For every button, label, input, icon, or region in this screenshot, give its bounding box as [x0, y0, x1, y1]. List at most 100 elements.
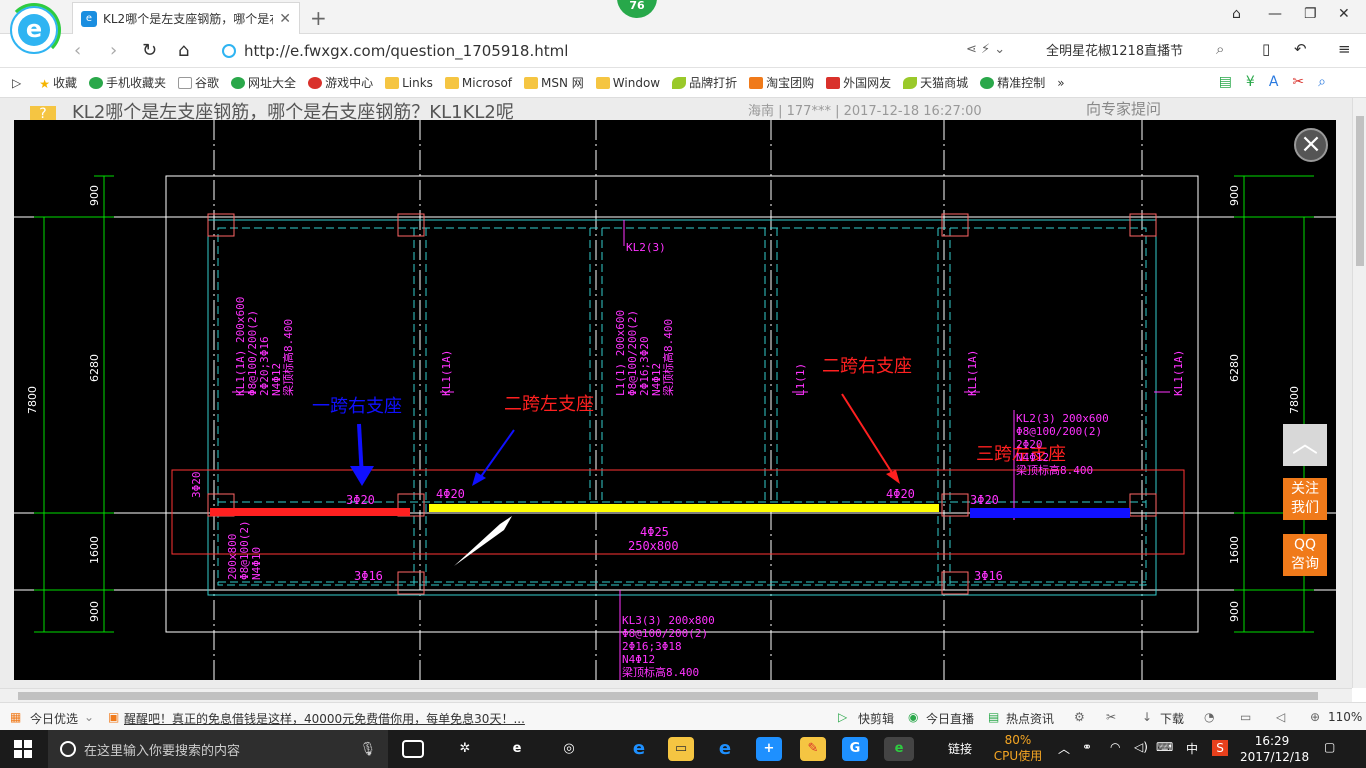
- file-explorer-icon[interactable]: ▭: [668, 737, 694, 761]
- tab-close-icon[interactable]: ✕: [279, 11, 291, 27]
- chevron-up-icon[interactable]: ︿: [1058, 740, 1070, 757]
- back-button[interactable]: ‹: [74, 40, 81, 61]
- window-icon[interactable]: ▭: [1240, 710, 1251, 724]
- accelerate-icon[interactable]: ⚙: [1074, 710, 1085, 724]
- yellow-rebar-bar: [429, 504, 939, 512]
- shirt-icon[interactable]: ⌂: [1232, 6, 1241, 22]
- menu-icon[interactable]: ≡: [1338, 40, 1351, 58]
- search-icon[interactable]: ⌕: [1216, 40, 1224, 58]
- horizontal-scrollbar[interactable]: [0, 688, 1352, 702]
- download-link[interactable]: 下载: [1160, 710, 1184, 727]
- keyboard-icon[interactable]: ⌨: [1156, 740, 1173, 754]
- scissors-icon[interactable]: ✂: [1292, 74, 1304, 90]
- vertical-scrollbar[interactable]: [1352, 98, 1366, 688]
- scroll-thumb[interactable]: [1356, 116, 1364, 266]
- image-lightbox: 一跨右支座 二跨左支座 二跨右支座 三跨左支座 KL2(3) KL1(1A) 2…: [14, 120, 1336, 680]
- bookmark-games[interactable]: 游戏中心: [308, 74, 373, 91]
- tools-icon[interactable]: ✂: [1106, 710, 1116, 724]
- browser-logo[interactable]: e: [7, 3, 61, 57]
- book-icon[interactable]: ▤: [1219, 74, 1232, 90]
- chevron-down-icon[interactable]: ⌄: [84, 710, 94, 724]
- translate-icon[interactable]: A: [1269, 74, 1279, 90]
- site-favicon-icon: e: [81, 10, 97, 27]
- clock-date: 2017/12/18: [1240, 750, 1310, 764]
- wifi-icon[interactable]: ◠: [1110, 740, 1120, 754]
- ime-indicator[interactable]: 中: [1186, 740, 1198, 757]
- sidebar-toggle-icon[interactable]: ▷: [12, 76, 21, 90]
- address-bar[interactable]: http://e.fwxgx.com/question_1705918.html: [222, 38, 1028, 64]
- download-icon[interactable]: ↓: [1142, 710, 1152, 724]
- people-icon[interactable]: ⚭: [1082, 740, 1092, 754]
- system-clock[interactable]: 16:29 2017/12/18: [1240, 733, 1310, 765]
- ask-expert-link[interactable]: 向专家提问: [1086, 98, 1161, 119]
- forward-button[interactable]: ›: [110, 40, 117, 61]
- maximize-button[interactable]: ❐: [1304, 6, 1317, 22]
- bookmark-links[interactable]: Links: [385, 76, 433, 90]
- follow-us-button[interactable]: 关注 我们: [1283, 478, 1327, 520]
- home-button[interactable]: ⌂: [178, 40, 189, 61]
- shield-yen-icon[interactable]: ¥: [1246, 74, 1255, 90]
- hscroll-thumb[interactable]: [18, 692, 1318, 700]
- g-app-icon[interactable]: G: [842, 737, 868, 761]
- bookmarks-bar: ▷ ★ 收藏 手机收藏夹 谷歌 网址大全 游戏中心 Links Microsof …: [0, 68, 1366, 98]
- kuaijian-link[interactable]: 快剪辑: [858, 710, 894, 727]
- promo-link[interactable]: 全明星花椒1218直播节: [1046, 40, 1206, 59]
- windows-start-icon[interactable]: [14, 740, 32, 758]
- minimize-button[interactable]: —: [1268, 6, 1282, 22]
- close-window-button[interactable]: ✕: [1338, 6, 1350, 22]
- refresh-button[interactable]: ↻: [142, 40, 157, 61]
- qq-consult-button[interactable]: QQ 咨询: [1283, 534, 1327, 576]
- swirl-icon[interactable]: ◎: [556, 737, 582, 761]
- bookmark-favorites[interactable]: ★ 收藏: [39, 74, 77, 91]
- sogou-icon[interactable]: S: [1212, 740, 1228, 756]
- zoom-level[interactable]: 110%: [1328, 710, 1362, 724]
- today-picks-link[interactable]: 今日优选: [30, 710, 78, 727]
- ie-icon[interactable]: e: [712, 737, 738, 761]
- notification-badge[interactable]: 76: [617, 0, 657, 18]
- bookmark-hao[interactable]: 网址大全: [231, 74, 296, 91]
- 360-browser-active-icon[interactable]: e: [884, 737, 914, 761]
- bookmark-brand[interactable]: 品牌打折: [672, 74, 737, 91]
- bookmark-windows[interactable]: Window: [595, 76, 660, 90]
- cross-app-icon[interactable]: +: [756, 737, 782, 761]
- dim-left-900-top: 900: [88, 185, 101, 206]
- cortana-icon: [60, 741, 76, 757]
- hot-news-link[interactable]: 热点资讯: [1006, 710, 1054, 727]
- pinwheel-icon[interactable]: ✲: [452, 737, 478, 761]
- bookmark-google[interactable]: 谷歌: [178, 74, 219, 91]
- cpu-usage-widget[interactable]: 80% CPU使用: [992, 732, 1044, 764]
- close-lightbox-button[interactable]: ×: [1294, 128, 1328, 162]
- notification-center-icon[interactable]: ▢: [1324, 740, 1335, 754]
- bookmark-msn[interactable]: MSN 网: [524, 74, 584, 91]
- magnifier-icon[interactable]: ⌕: [1318, 74, 1326, 90]
- notes-icon[interactable]: ✎: [800, 737, 826, 761]
- url-text[interactable]: http://e.fwxgx.com/question_1705918.html: [244, 42, 568, 60]
- browser-tab[interactable]: e KL2哪个是左支座钢筋，哪个是右 ✕: [72, 2, 300, 34]
- bookmark-microsoft[interactable]: Microsof: [444, 76, 512, 90]
- back-to-top-button[interactable]: ︿: [1283, 424, 1327, 466]
- taskbar-search-box[interactable]: 在这里输入你要搜索的内容 🎙: [48, 730, 388, 768]
- more-bookmarks-icon[interactable]: »: [1057, 76, 1064, 90]
- new-tab-button[interactable]: +: [310, 6, 327, 30]
- task-view-icon[interactable]: [402, 740, 424, 758]
- edge-blue-icon[interactable]: e: [626, 737, 652, 761]
- news-ticker-link[interactable]: 醒醒吧！真正的免息借钱是这样，40000元免费借你用，每单免息30天！...: [124, 710, 525, 727]
- phone-icon[interactable]: ▯: [1262, 40, 1270, 58]
- volume-icon[interactable]: ◁: [1276, 710, 1285, 724]
- share-icon[interactable]: ⋖ ⚡ ⌄: [966, 42, 1005, 57]
- bookmark-mobile[interactable]: 手机收藏夹: [89, 74, 166, 91]
- bookmark-taobao[interactable]: 淘宝团购: [749, 74, 814, 91]
- undo-icon[interactable]: ↶: [1294, 40, 1307, 58]
- beam-kl1-far: KL1(1A): [1172, 350, 1185, 396]
- microphone-icon[interactable]: 🎙: [359, 742, 376, 757]
- zoom-icon[interactable]: ⊕: [1310, 710, 1320, 724]
- bookmark-precise[interactable]: 精准控制: [980, 74, 1045, 91]
- bookmark-tmall[interactable]: 天猫商城: [903, 74, 968, 91]
- bookmark-foreign[interactable]: 外国网友: [826, 74, 891, 91]
- rebar-b1: 3Φ16: [354, 569, 383, 583]
- link-toolbar[interactable]: 链接: [948, 740, 972, 757]
- today-live-link[interactable]: 今日直播: [926, 710, 974, 727]
- volume-tray-icon[interactable]: ◁): [1134, 740, 1148, 754]
- edge-taskbar-icon[interactable]: e: [504, 737, 530, 761]
- speed-icon[interactable]: ◔: [1204, 710, 1214, 724]
